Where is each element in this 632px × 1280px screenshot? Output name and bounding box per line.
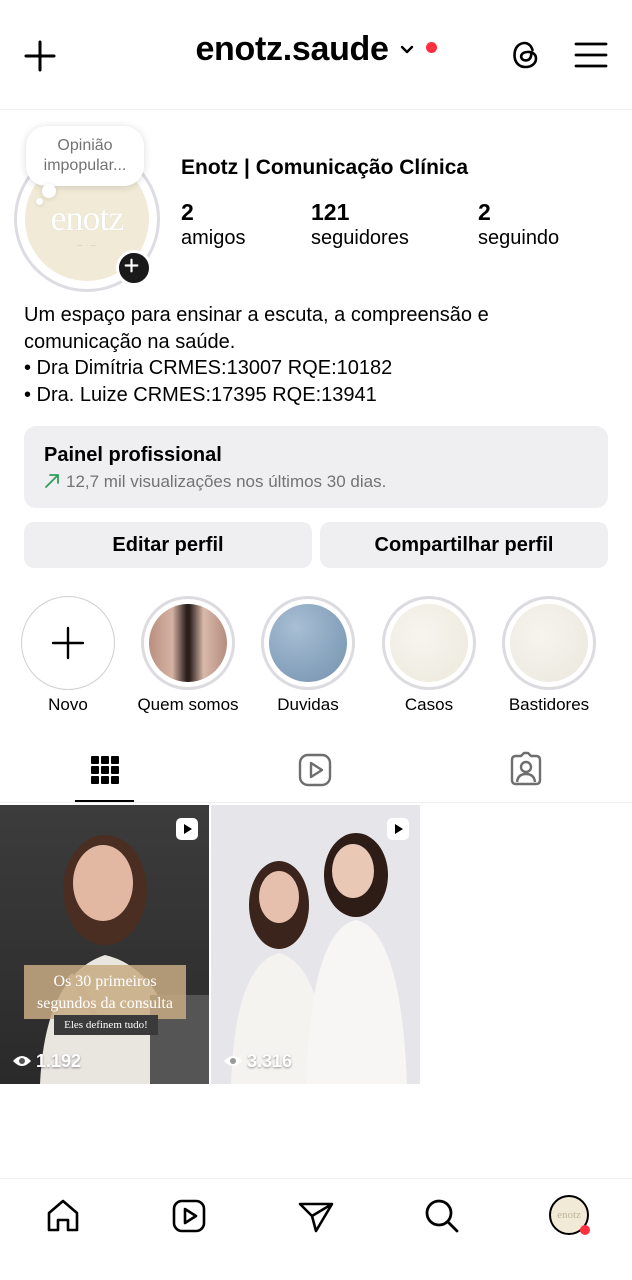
stat-value: 2	[181, 199, 194, 225]
plus-icon	[51, 626, 85, 660]
stat-followers[interactable]: 121 seguidores	[311, 198, 409, 250]
highlight-label: Quem somos	[137, 695, 239, 714]
display-name: Enotz | Comunicação Clínica	[181, 156, 469, 179]
dashboard-subtitle-text: 12,7 mil visualizações nos últimos 30 di…	[66, 472, 387, 491]
reels-tab-icon[interactable]	[295, 750, 335, 790]
share-profile-button[interactable]: Compartilhar perfil	[320, 522, 608, 568]
bio-line: • Dra Dimítria CRMES:13007 RQE:10182	[24, 357, 393, 379]
highlight-label: Casos	[404, 695, 454, 714]
highlight-cover	[390, 604, 468, 682]
highlight-duvidas[interactable]: Duvidas	[258, 596, 358, 716]
stat-friends[interactable]: 2 amigos	[181, 198, 245, 250]
highlight-ring	[382, 596, 476, 690]
views-count: 1.192	[36, 1051, 82, 1071]
highlight-ring	[261, 596, 355, 690]
grid-icon[interactable]	[85, 750, 125, 790]
menu-icon[interactable]	[574, 40, 608, 70]
reel-icon	[176, 818, 198, 840]
eye-icon	[224, 1056, 242, 1066]
eye-icon	[13, 1056, 31, 1066]
threads-icon[interactable]	[508, 37, 544, 73]
trend-up-icon	[45, 474, 59, 488]
highlight-bastidores[interactable]: Bastidores	[499, 596, 599, 716]
bio-line: Um espaço para ensinar a escuta, a compr…	[24, 304, 489, 326]
reels-icon[interactable]	[170, 1197, 208, 1235]
stat-label: seguindo	[478, 227, 560, 249]
home-icon[interactable]	[44, 1197, 82, 1235]
dashboard-title: Painel profissional	[44, 444, 222, 466]
post-views: 3.316	[223, 1051, 292, 1072]
search-icon[interactable]	[423, 1197, 461, 1235]
edit-profile-button[interactable]: Editar perfil	[24, 522, 312, 568]
direct-icon[interactable]	[297, 1197, 335, 1235]
post-caption: Os 30 primeiros segundos da consulta	[24, 965, 186, 1019]
highlight-cover	[510, 604, 588, 682]
stat-label: seguidores	[311, 227, 409, 249]
post-photo	[231, 833, 407, 1084]
professional-dashboard[interactable]: Painel profissional 12,7 mil visualizaçõ…	[24, 426, 608, 508]
username[interactable]: enotz.saude	[195, 30, 388, 69]
highlight-cover	[149, 604, 227, 682]
highlight-new[interactable]: Novo	[18, 596, 118, 716]
avatar-logo: enotz	[557, 1209, 581, 1221]
post-reel-2[interactable]: 3.316	[211, 805, 420, 1084]
highlight-ring	[502, 596, 596, 690]
add-story-icon[interactable]	[116, 250, 152, 286]
notification-dot	[580, 1225, 590, 1235]
stat-value: 2	[478, 199, 491, 225]
profile-bio: Um espaço para ensinar a escuta, a compr…	[24, 302, 614, 408]
stat-value: 121	[311, 199, 350, 225]
avatar-logo: enotz	[50, 198, 125, 238]
highlight-ring	[141, 596, 235, 690]
chevron-down-icon[interactable]	[399, 42, 415, 58]
bottom-navigation: enotz	[0, 1178, 632, 1280]
stat-label: amigos	[181, 227, 246, 249]
post-views: 1.192	[12, 1051, 81, 1072]
post-photo	[40, 835, 209, 1084]
highlight-quem-somos[interactable]: Quem somos	[137, 596, 239, 716]
tagged-icon[interactable]	[506, 750, 546, 790]
highlight-cover	[269, 604, 347, 682]
note-bubble[interactable]: Opinião impopular...	[26, 126, 144, 186]
top-bar: enotz.saude	[0, 0, 632, 110]
stat-following[interactable]: 2 seguindo	[478, 198, 559, 250]
highlight-label: Bastidores	[508, 695, 590, 714]
note-bubble-tail-small	[36, 198, 43, 205]
highlight-ring	[21, 596, 115, 690]
avatar-logo-sub: — · —	[77, 243, 97, 249]
bio-line: comunicação na saúde.	[24, 330, 236, 353]
highlight-label: Duvidas	[277, 695, 339, 714]
post-reel-1[interactable]: Os 30 primeiros segundos da consulta Ele…	[0, 805, 209, 1084]
post-caption-tag: Eles definem tudo!	[54, 1015, 158, 1035]
tabs-divider	[0, 802, 632, 803]
dashboard-subtitle: 12,7 mil visualizações nos últimos 30 di…	[44, 472, 386, 492]
notification-dot	[425, 42, 437, 53]
reel-icon	[387, 818, 409, 840]
note-bubble-tail	[42, 184, 56, 198]
views-count: 3.316	[247, 1051, 293, 1071]
bio-line: • Dra. Luize CRMES:17395 RQE:13941	[24, 383, 377, 406]
highlight-casos[interactable]: Casos	[379, 596, 479, 716]
